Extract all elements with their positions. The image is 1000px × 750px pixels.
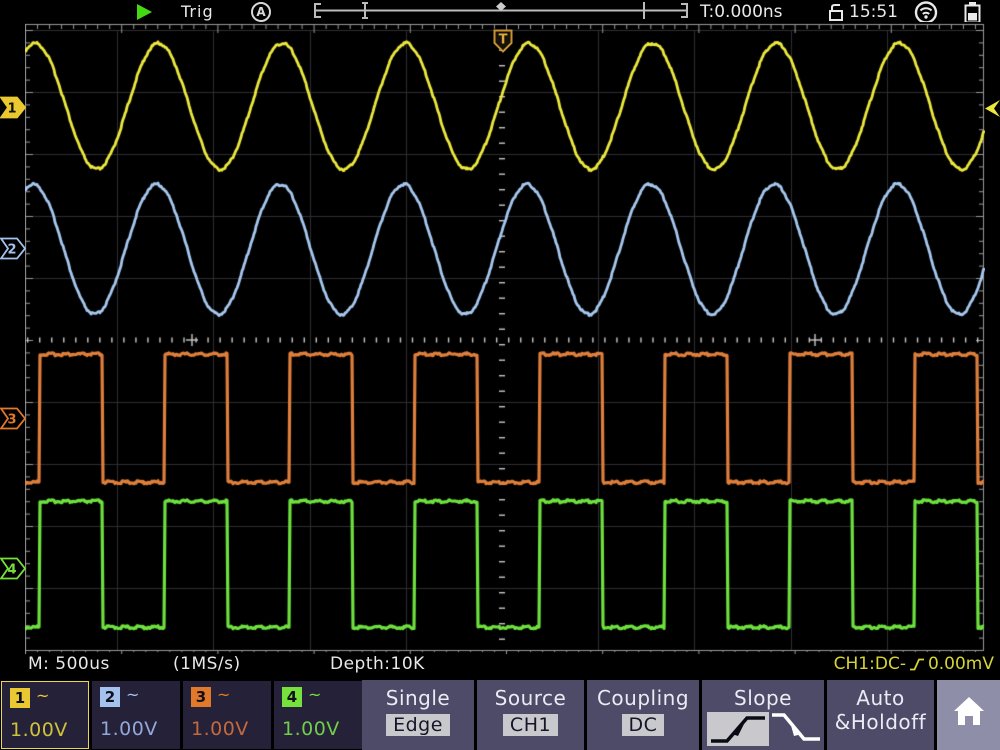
battery-icon [963, 1, 982, 24]
channel-4-marker[interactable]: 4 [0, 557, 26, 580]
wifi-icon [912, 1, 940, 24]
horizontal-position-indicator [311, 1, 691, 22]
trigger-source-cell[interactable]: Source CH1 [477, 680, 584, 750]
trigger-mode-label: Single [362, 686, 474, 710]
auto-label: Auto [827, 686, 934, 710]
channel-4-box[interactable]: 4 ~ 1.00V [274, 681, 362, 749]
home-icon [951, 694, 987, 728]
coupling-label: Coupling [587, 686, 699, 710]
channel-2-coupling-icon: ~ [126, 685, 139, 704]
top-status-bar: Trig A T:0.000ns 15:51 [0, 0, 1000, 24]
channel-2-marker[interactable]: 2 [0, 237, 26, 260]
source-value[interactable]: CH1 [503, 714, 558, 736]
channel-1-marker[interactable]: 1 [0, 96, 26, 119]
timebase-readout: M: 500us [28, 654, 110, 674]
channel-1-badge: 1 [10, 688, 30, 708]
source-label: Source [477, 686, 584, 710]
sample-rate-readout: (1MS/s) [173, 654, 241, 674]
run-play-icon[interactable] [137, 4, 152, 20]
trigger-time-readout: T:0.000ns [700, 2, 783, 22]
channel-4-badge: 4 [282, 687, 302, 707]
trigger-level-arrow[interactable] [985, 100, 1000, 117]
channel-1-coupling-icon: ~ [36, 686, 49, 705]
svg-text:2: 2 [7, 243, 16, 258]
channel-3-volts: 1.00V [191, 718, 249, 740]
trigger-position-marker[interactable]: T [493, 29, 513, 53]
unlock-icon [827, 2, 846, 23]
waveform-display [25, 22, 985, 654]
channel-2-box[interactable]: 2 ~ 1.00V [92, 681, 180, 749]
rising-edge-icon [909, 656, 925, 673]
slope-label: Slope [702, 686, 824, 710]
trigger-slope-cell[interactable]: Slope [702, 680, 824, 750]
falling-slope-option-icon[interactable] [770, 710, 822, 746]
auto-trigger-icon: A [251, 2, 271, 22]
trig-status-label: Trig [181, 2, 214, 21]
channel-2-volts: 1.00V [100, 718, 158, 740]
channel-3-marker[interactable]: 3 [0, 407, 26, 430]
channel-1-box[interactable]: 1 ~ 1.00V [1, 681, 89, 749]
trigger-level-readout: 0.00mV [928, 654, 994, 674]
channel-1-volts: 1.00V [10, 719, 68, 741]
channel-2-badge: 2 [100, 687, 120, 707]
channel-3-badge: 3 [191, 687, 211, 707]
channel-3-coupling-icon: ~ [217, 685, 230, 704]
home-button[interactable] [937, 680, 1000, 750]
trigger-type-value[interactable]: Edge [386, 714, 450, 736]
clock-readout: 15:51 [849, 2, 898, 22]
channel-4-coupling-icon: ~ [308, 685, 321, 704]
trigger-mode-cell[interactable]: Single Edge [362, 680, 474, 750]
svg-text:4: 4 [7, 563, 16, 578]
channel-4-volts: 1.00V [282, 718, 340, 740]
holdoff-label: &Holdoff [827, 710, 934, 734]
channel-3-box[interactable]: 3 ~ 1.00V [183, 681, 271, 749]
record-depth-readout: Depth:10K [330, 654, 425, 674]
oscilloscope-screen: Trig A T:0.000ns 15:51 1 2 3 4 [0, 0, 1000, 750]
svg-text:T: T [499, 33, 508, 48]
coupling-value[interactable]: DC [622, 714, 665, 736]
trigger-settings-readout: CH1:DC- 0.00mV [834, 654, 994, 674]
bottom-menu-bar: 1 ~ 1.00V 2 ~ 1.00V 3 ~ 1.00V 4 ~ 1.00V … [0, 680, 1000, 750]
svg-text:3: 3 [7, 413, 16, 428]
trigger-source-coupling: CH1:DC- [834, 654, 906, 674]
rising-slope-option-icon[interactable] [707, 712, 769, 746]
svg-text:1: 1 [7, 102, 16, 117]
auto-holdoff-cell[interactable]: Auto &Holdoff [827, 680, 934, 750]
trigger-coupling-cell[interactable]: Coupling DC [587, 680, 699, 750]
